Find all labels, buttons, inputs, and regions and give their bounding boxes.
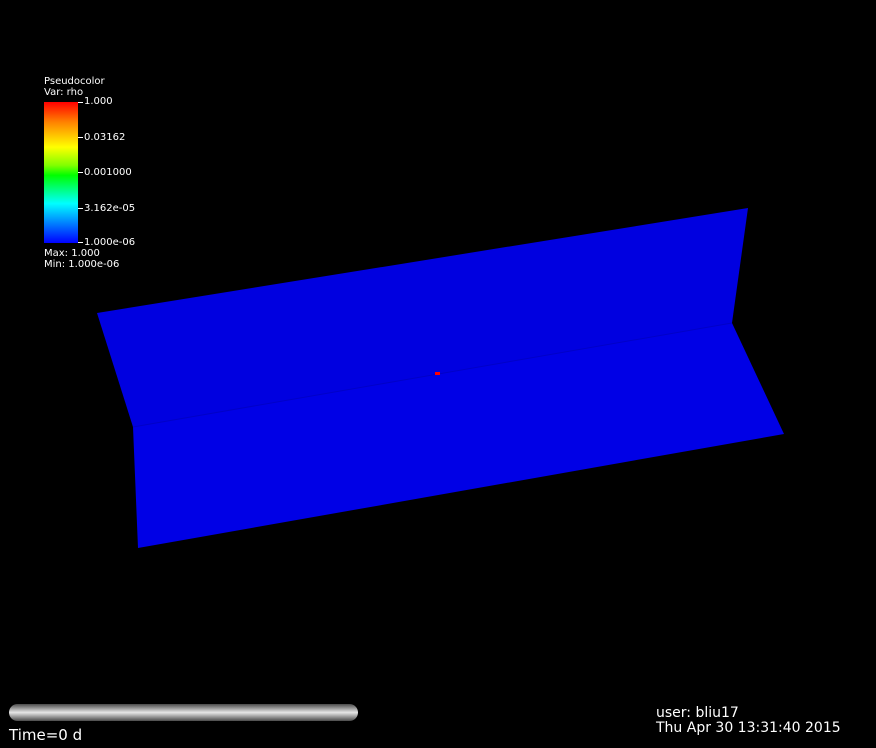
user-label: user: bliu17	[656, 705, 739, 721]
legend-var-label: Var: rho	[44, 87, 84, 98]
legend-max: Max: 1.000	[44, 248, 100, 259]
density-marker	[435, 372, 440, 375]
legend-min: Min: 1.000e-06	[44, 259, 120, 270]
time-label: Time=0 d	[9, 726, 83, 744]
colorbar-tick-label: 0.03162	[84, 132, 126, 143]
colorbar-tick-label: 1.000e-06	[84, 237, 136, 248]
colorbar-tick-label: 1.000	[84, 96, 113, 107]
colorbar-tick	[78, 242, 83, 243]
colorbar-tick	[78, 172, 83, 173]
time-slider-bar[interactable]	[9, 704, 358, 721]
render-viewport[interactable]	[0, 0, 876, 748]
colorbar-tick	[78, 208, 83, 209]
datetime-label: Thu Apr 30 13:31:40 2015	[656, 720, 841, 736]
legend-title: Pseudocolor	[44, 76, 105, 87]
colorbar-tick-label: 3.162e-05	[84, 203, 136, 214]
colorbar-tick-label: 0.001000	[84, 167, 132, 178]
colorbar	[44, 102, 78, 243]
colorbar-tick	[78, 102, 83, 103]
colorbar-tick	[78, 137, 83, 138]
